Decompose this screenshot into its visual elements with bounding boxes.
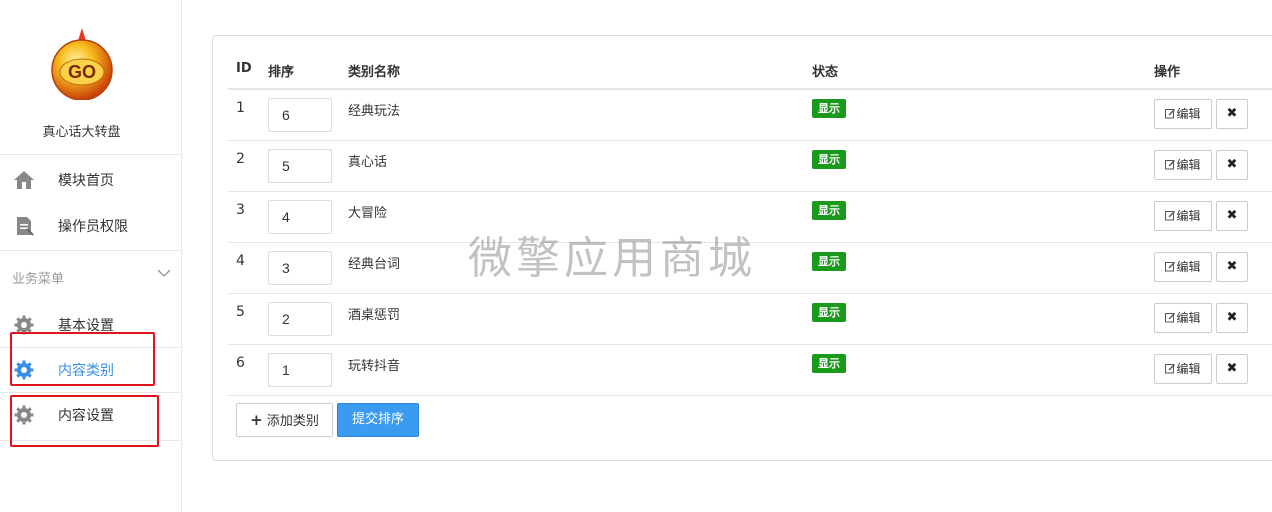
delete-button[interactable]: ✖ [1216,354,1248,384]
home-icon [14,171,34,189]
category-name: 经典玩法 [348,104,401,119]
status-badge: 显示 [812,99,846,118]
add-category-label: 添加类别 [266,414,319,429]
close-icon: ✖ [1226,259,1238,274]
status-badge: 显示 [812,201,846,220]
column-header-name: 类别名称 [348,65,401,80]
category-name: 酒桌惩罚 [348,308,401,323]
category-name: 大冒险 [348,206,388,221]
app-header: GO 真心话大转盘 [0,0,181,155]
edit-label: 编辑 [1176,362,1201,376]
edit-button[interactable]: 编辑 [1154,303,1212,333]
delete-button[interactable]: ✖ [1216,252,1248,282]
edit-button[interactable]: 编辑 [1154,150,1212,180]
add-category-button[interactable]: + 添加类别 [236,403,333,437]
sort-input[interactable] [268,98,332,132]
highlight-box [10,332,155,386]
edit-button[interactable]: 编辑 [1154,201,1212,231]
status-badge: 显示 [812,252,846,271]
app-logo: GO [51,28,113,100]
delete-button[interactable]: ✖ [1216,99,1248,129]
edit-label: 编辑 [1176,158,1201,172]
logo-text: GO [68,62,96,82]
close-icon: ✖ [1226,157,1238,172]
category-name: 真心话 [348,155,388,170]
table-row: 6 玩转抖音 显示 编辑 ✖ [228,345,1272,396]
sidebar-item-module-home[interactable]: 模块首页 [0,156,181,202]
row-id: 5 [236,304,245,320]
table-row: 5 酒桌惩罚 显示 编辑 ✖ [228,294,1272,345]
sidebar-item-operator-permissions[interactable]: 操作员权限 [0,202,181,248]
sort-input[interactable] [268,302,332,336]
edit-button[interactable]: 编辑 [1154,252,1212,282]
column-header-status: 状态 [812,65,839,80]
row-id: 2 [236,151,245,167]
close-icon: ✖ [1226,361,1238,376]
column-header-sort: 排序 [268,65,295,80]
table-row: 2 真心话 显示 编辑 ✖ [228,141,1272,192]
edit-icon [1165,109,1176,119]
status-badge: 显示 [812,303,846,322]
column-header-action: 操作 [1154,65,1181,80]
category-name: 经典台词 [348,257,401,272]
sort-input[interactable] [268,149,332,183]
sort-input[interactable] [268,200,332,234]
delete-button[interactable]: ✖ [1216,303,1248,333]
edit-label: 编辑 [1176,260,1201,274]
close-icon: ✖ [1226,310,1238,325]
table-row: 1 经典玩法 显示 编辑 ✖ [228,90,1272,141]
row-id: 4 [236,253,245,269]
sidebar-item-label: 操作员权限 [58,219,128,235]
edit-button[interactable]: 编辑 [1154,354,1212,384]
edit-button[interactable]: 编辑 [1154,99,1212,129]
close-icon: ✖ [1226,208,1238,223]
sidebar-item-label: 模块首页 [58,173,114,189]
row-id: 6 [236,355,245,371]
edit-label: 编辑 [1176,311,1201,325]
table-row: 3 大冒险 显示 编辑 ✖ [228,192,1272,243]
table-row: 4 经典台词 显示 编辑 ✖ [228,243,1272,294]
status-badge: 显示 [812,354,846,373]
document-icon [17,217,34,236]
edit-label: 编辑 [1176,209,1201,223]
status-badge: 显示 [812,150,846,169]
row-id: 3 [236,202,245,218]
edit-icon [1165,364,1176,374]
chevron-down-icon[interactable] [156,265,172,281]
app-name: 真心话大转盘 [42,125,121,140]
edit-icon [1165,262,1176,272]
group-title: 业务菜单 [12,272,65,287]
submit-sort-button[interactable]: 提交排序 [337,403,419,437]
edit-icon [1165,313,1176,323]
sort-input[interactable] [268,251,332,285]
highlight-box [10,395,159,447]
plus-icon: + [250,411,263,429]
divider [0,250,181,251]
edit-label: 编辑 [1176,107,1201,121]
delete-button[interactable]: ✖ [1216,150,1248,180]
sort-input[interactable] [268,353,332,387]
delete-button[interactable]: ✖ [1216,201,1248,231]
edit-icon [1165,160,1176,170]
close-icon: ✖ [1226,106,1238,121]
edit-icon [1165,211,1176,221]
column-header-id: ID [236,61,252,76]
category-name: 玩转抖音 [348,359,401,374]
row-id: 1 [236,100,245,116]
